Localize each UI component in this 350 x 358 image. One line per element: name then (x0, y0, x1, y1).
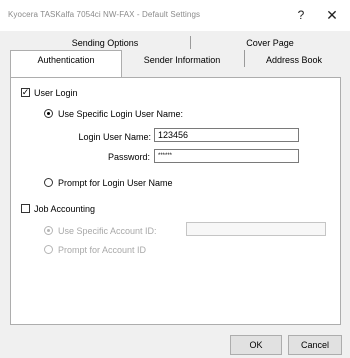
user-login-label: User Login (34, 88, 78, 98)
use-specific-login-radio[interactable] (44, 109, 53, 118)
tab-divider (244, 50, 245, 67)
prompt-login-radio[interactable] (44, 178, 53, 187)
tab-divider (190, 36, 191, 49)
password-label: Password: (107, 152, 150, 162)
tab-sending-options[interactable]: Sending Options (30, 38, 180, 48)
checkmark-icon: ✓ (21, 87, 30, 97)
tab-authentication[interactable]: Authentication (10, 50, 122, 78)
use-specific-account-label: Use Specific Account ID: (58, 226, 157, 236)
prompt-account-label: Prompt for Account ID (58, 245, 147, 255)
account-id-field[interactable] (186, 222, 326, 236)
use-specific-account-radio[interactable] (44, 226, 53, 235)
tab-address-book[interactable]: Address Book (246, 55, 342, 65)
job-accounting-checkbox[interactable] (21, 204, 30, 213)
login-user-name-field[interactable]: 123456 (154, 128, 299, 142)
password-field[interactable]: ****** (154, 149, 299, 163)
close-button[interactable]: ✕ (318, 4, 346, 26)
ok-button[interactable]: OK (230, 335, 282, 355)
login-user-name-label: Login User Name: (78, 132, 151, 142)
user-login-checkbox[interactable]: ✓ (21, 88, 30, 97)
prompt-login-label: Prompt for Login User Name (58, 178, 173, 188)
tab-sender-information[interactable]: Sender Information (122, 55, 242, 65)
cancel-button[interactable]: Cancel (288, 335, 342, 355)
help-button[interactable]: ? (290, 4, 312, 26)
window-title: Kyocera TASKalfa 7054ci NW-FAX - Default… (8, 10, 201, 19)
prompt-account-radio[interactable] (44, 245, 53, 254)
tab-cover-page[interactable]: Cover Page (210, 38, 330, 48)
job-accounting-label: Job Accounting (34, 204, 96, 214)
use-specific-login-label: Use Specific Login User Name: (58, 109, 184, 119)
